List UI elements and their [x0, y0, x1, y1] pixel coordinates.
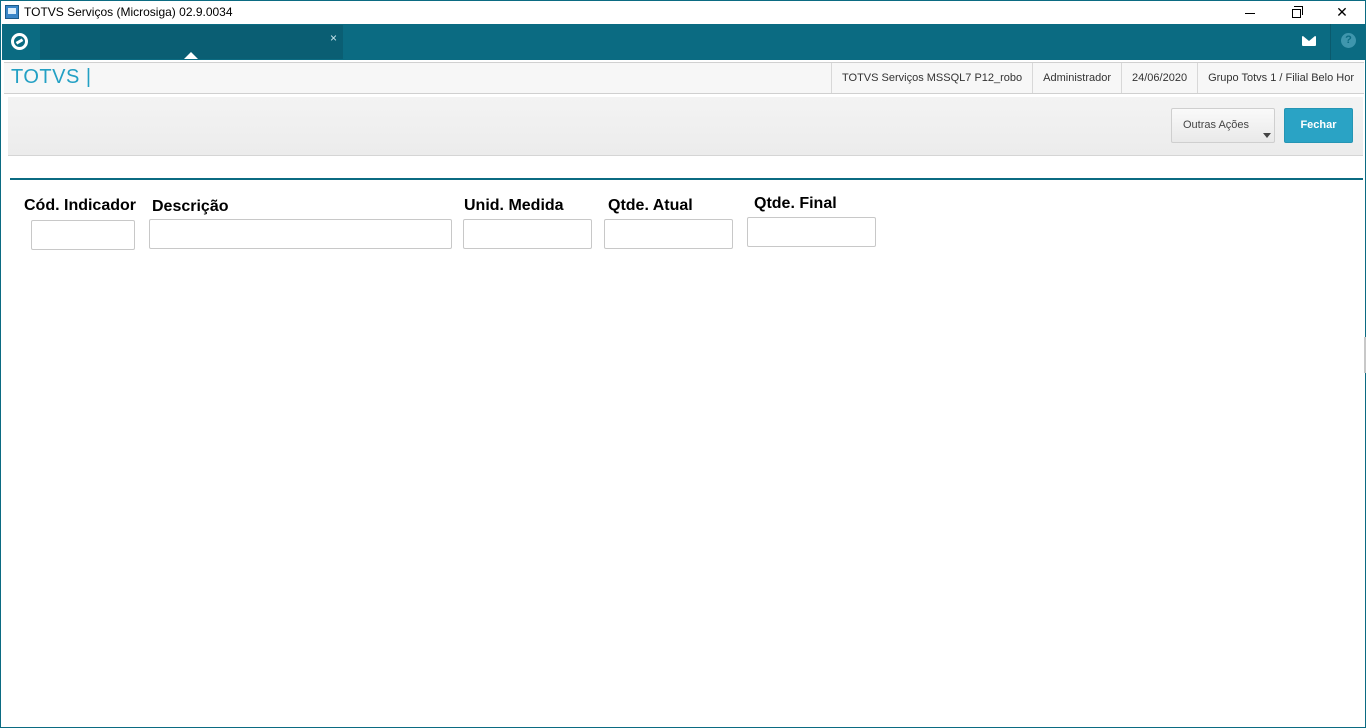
qtde-final-label: Qtde. Final	[754, 195, 837, 212]
tab-close-icon[interactable]: ×	[330, 31, 337, 45]
qtde-final-input[interactable]	[747, 217, 876, 247]
app-window: TOTVS Serviços (Microsiga) 02.9.0034 ✕ ×…	[0, 0, 1366, 728]
cod-indicador-label: Cód. Indicador	[24, 197, 136, 214]
app-icon	[5, 5, 19, 19]
restore-icon	[1291, 5, 1303, 18]
form-divider	[10, 178, 1363, 180]
close-window-button[interactable]: ✕	[1319, 1, 1365, 24]
topbar-divider	[1330, 24, 1331, 60]
minimize-icon	[1245, 12, 1255, 14]
brand-logo: TOTVS |	[11, 66, 92, 88]
window-title: TOTVS Serviços (Microsiga) 02.9.0034	[24, 5, 233, 19]
outras-acoes-label: Outras Ações	[1183, 119, 1250, 131]
outras-acoes-button[interactable]: Outras Ações	[1171, 108, 1275, 143]
active-tab[interactable]: ×	[40, 25, 343, 59]
fechar-button[interactable]: Fechar	[1284, 108, 1353, 143]
qtde-atual-label: Qtde. Atual	[608, 197, 693, 214]
restore-button[interactable]	[1273, 1, 1319, 24]
user-info: Administrador	[1032, 63, 1121, 93]
environment-info: TOTVS Serviços MSSQL7 P12_robo	[831, 63, 1032, 93]
totvs-logo-icon[interactable]	[11, 33, 28, 50]
descricao-input[interactable]	[149, 219, 452, 249]
qtde-atual-input[interactable]	[604, 219, 733, 249]
header-strip: TOTVS | TOTVS Serviços MSSQL7 P12_robo A…	[4, 62, 1364, 94]
mail-icon[interactable]	[1302, 36, 1316, 46]
session-info: TOTVS Serviços MSSQL7 P12_robo Administr…	[831, 63, 1364, 93]
unid-medida-label: Unid. Medida	[464, 197, 564, 214]
tab-caret-icon	[184, 52, 198, 59]
action-toolbar: Outras Ações Fechar	[8, 97, 1363, 156]
title-bar: TOTVS Serviços (Microsiga) 02.9.0034 ✕	[1, 1, 1365, 24]
date-info: 24/06/2020	[1121, 63, 1197, 93]
top-navigation-bar: × ?	[2, 24, 1366, 60]
branch-info: Grupo Totvs 1 / Filial Belo Hor	[1197, 63, 1364, 93]
descricao-label: Descrição	[152, 198, 229, 215]
help-icon[interactable]: ?	[1341, 33, 1356, 48]
chevron-down-icon	[1263, 133, 1271, 138]
cod-indicador-input[interactable]	[31, 220, 135, 250]
minimize-button[interactable]	[1227, 1, 1273, 24]
close-icon: ✕	[1336, 4, 1348, 20]
unid-medida-input[interactable]	[463, 219, 592, 249]
